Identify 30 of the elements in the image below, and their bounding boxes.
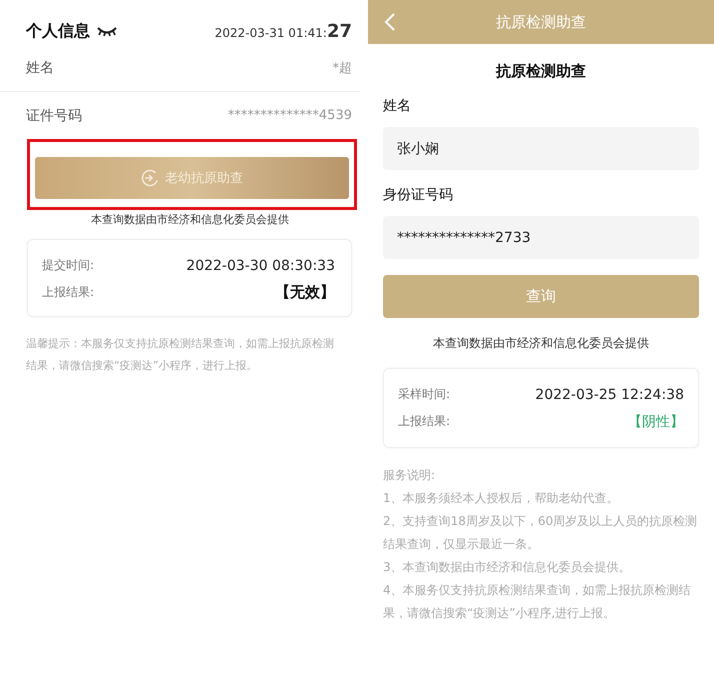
nav-title: 抗原检测助查 bbox=[496, 12, 586, 32]
eye-closed-icon[interactable] bbox=[96, 25, 118, 37]
field-label: 姓名 bbox=[383, 97, 412, 115]
field-label: 身份证号码 bbox=[383, 186, 454, 204]
source-note: 本查询数据由市经济和信息化委员会提供 bbox=[432, 335, 650, 352]
result-value: 【无效】 bbox=[275, 283, 335, 302]
enter-icon bbox=[141, 169, 159, 187]
field-value: **************4539 bbox=[228, 108, 352, 123]
timestamp: 2022-03-31 01:41:27 bbox=[214, 20, 352, 42]
result-value: 【阴性】 bbox=[628, 412, 684, 430]
service-note: 2、支持查询18周岁及以下，60周岁及以上人员的抗原检测结果查询，仅显示最近一条。 bbox=[383, 513, 698, 553]
field-label: 姓名 bbox=[26, 58, 54, 76]
result-value: 2022-03-25 12:24:38 bbox=[535, 386, 684, 402]
source-note: 本查询数据由市经济和信息化委员会提供 bbox=[90, 212, 290, 227]
service-note: 服务说明: bbox=[383, 467, 436, 484]
result-label: 采样时间: bbox=[398, 386, 450, 403]
result-label: 提交时间: bbox=[42, 257, 94, 274]
page-title: 个人信息 bbox=[26, 20, 90, 42]
field-label: 证件号码 bbox=[26, 106, 82, 124]
field-value: *超 bbox=[332, 60, 352, 76]
result-label: 上报结果: bbox=[42, 284, 94, 301]
tip-text: 温馨提示：本服务仅支持抗原检测结果查询，如需上报抗原检测结果，请微信搜索“疫测达”小程序，进行上报。 bbox=[26, 336, 335, 374]
service-note: 1、本服务须经本人授权后，帮助老幼代查。 bbox=[383, 490, 620, 507]
service-note: 4、本服务仅支持抗原检测结果查询，如需上报抗原检测结果，请微信搜索“疫测达”小程序,进行上报。 bbox=[383, 582, 692, 622]
result-label: 上报结果: bbox=[398, 413, 450, 430]
service-note: 3、本查询数据由市经济和信息化委员会提供。 bbox=[383, 559, 632, 576]
page-heading: 抗原检测助查 bbox=[494, 62, 587, 81]
input-field[interactable]: **************2733 bbox=[383, 216, 699, 259]
result-value: 2022-03-30 08:30:33 bbox=[186, 258, 335, 274]
input-field[interactable]: 张小娴 bbox=[383, 127, 699, 170]
